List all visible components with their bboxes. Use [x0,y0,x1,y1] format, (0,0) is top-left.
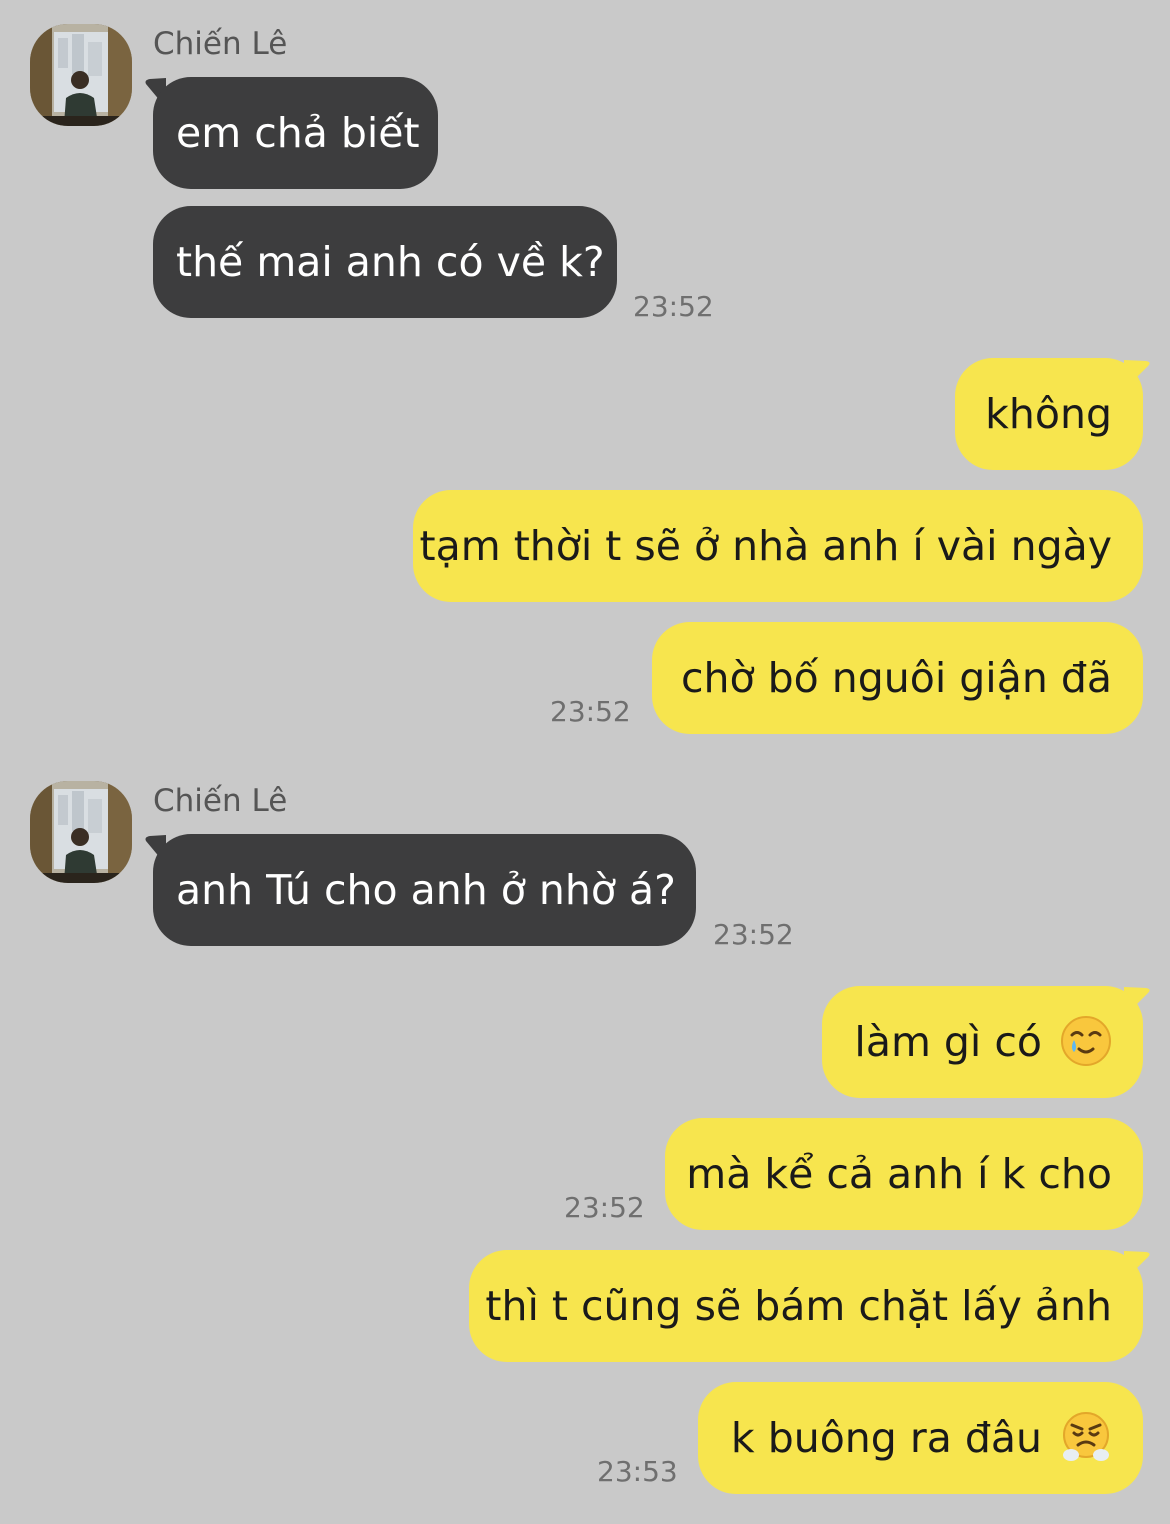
sender-name: Chiến Lê [153,26,288,62]
incoming-message-bubble[interactable]: anh Tú cho anh ở nhờ á? [153,834,696,946]
outgoing-message-bubble[interactable]: chờ bố nguôi giận đã [652,622,1143,734]
avatar-photo [30,781,132,883]
outgoing-message-bubble[interactable]: thì t cũng sẽ bám chặt lấy ảnh [469,1250,1143,1362]
sender-name: Chiến Lê [153,783,288,819]
smiling-face-with-tear-emoji [1060,1015,1112,1067]
message-timestamp: 23:53 [597,1455,678,1488]
message-text: làm gì có [854,1018,1042,1066]
outgoing-message-bubble[interactable]: không [955,358,1143,470]
incoming-message-bubble[interactable]: em chả biết [153,77,438,189]
outgoing-message-bubble[interactable]: k buông ra đâu [698,1382,1143,1494]
outgoing-message-bubble[interactable]: tạm thời t sẽ ở nhà anh í vài ngày [413,490,1143,602]
message-timestamp: 23:52 [713,918,794,951]
contact-avatar[interactable] [30,24,132,126]
outgoing-message-bubble[interactable]: làm gì có [822,986,1143,1098]
incoming-message-bubble[interactable]: thế mai anh có về k? [153,206,617,318]
face-with-steam-from-nose-emoji [1060,1411,1112,1463]
message-timestamp: 23:52 [564,1191,645,1224]
message-text: k buông ra đâu [730,1414,1042,1462]
message-timestamp: 23:52 [550,695,631,728]
message-timestamp: 23:52 [633,290,714,323]
outgoing-message-bubble[interactable]: mà kể cả anh í k cho [665,1118,1143,1230]
avatar-photo [30,24,132,126]
contact-avatar[interactable] [30,781,132,883]
